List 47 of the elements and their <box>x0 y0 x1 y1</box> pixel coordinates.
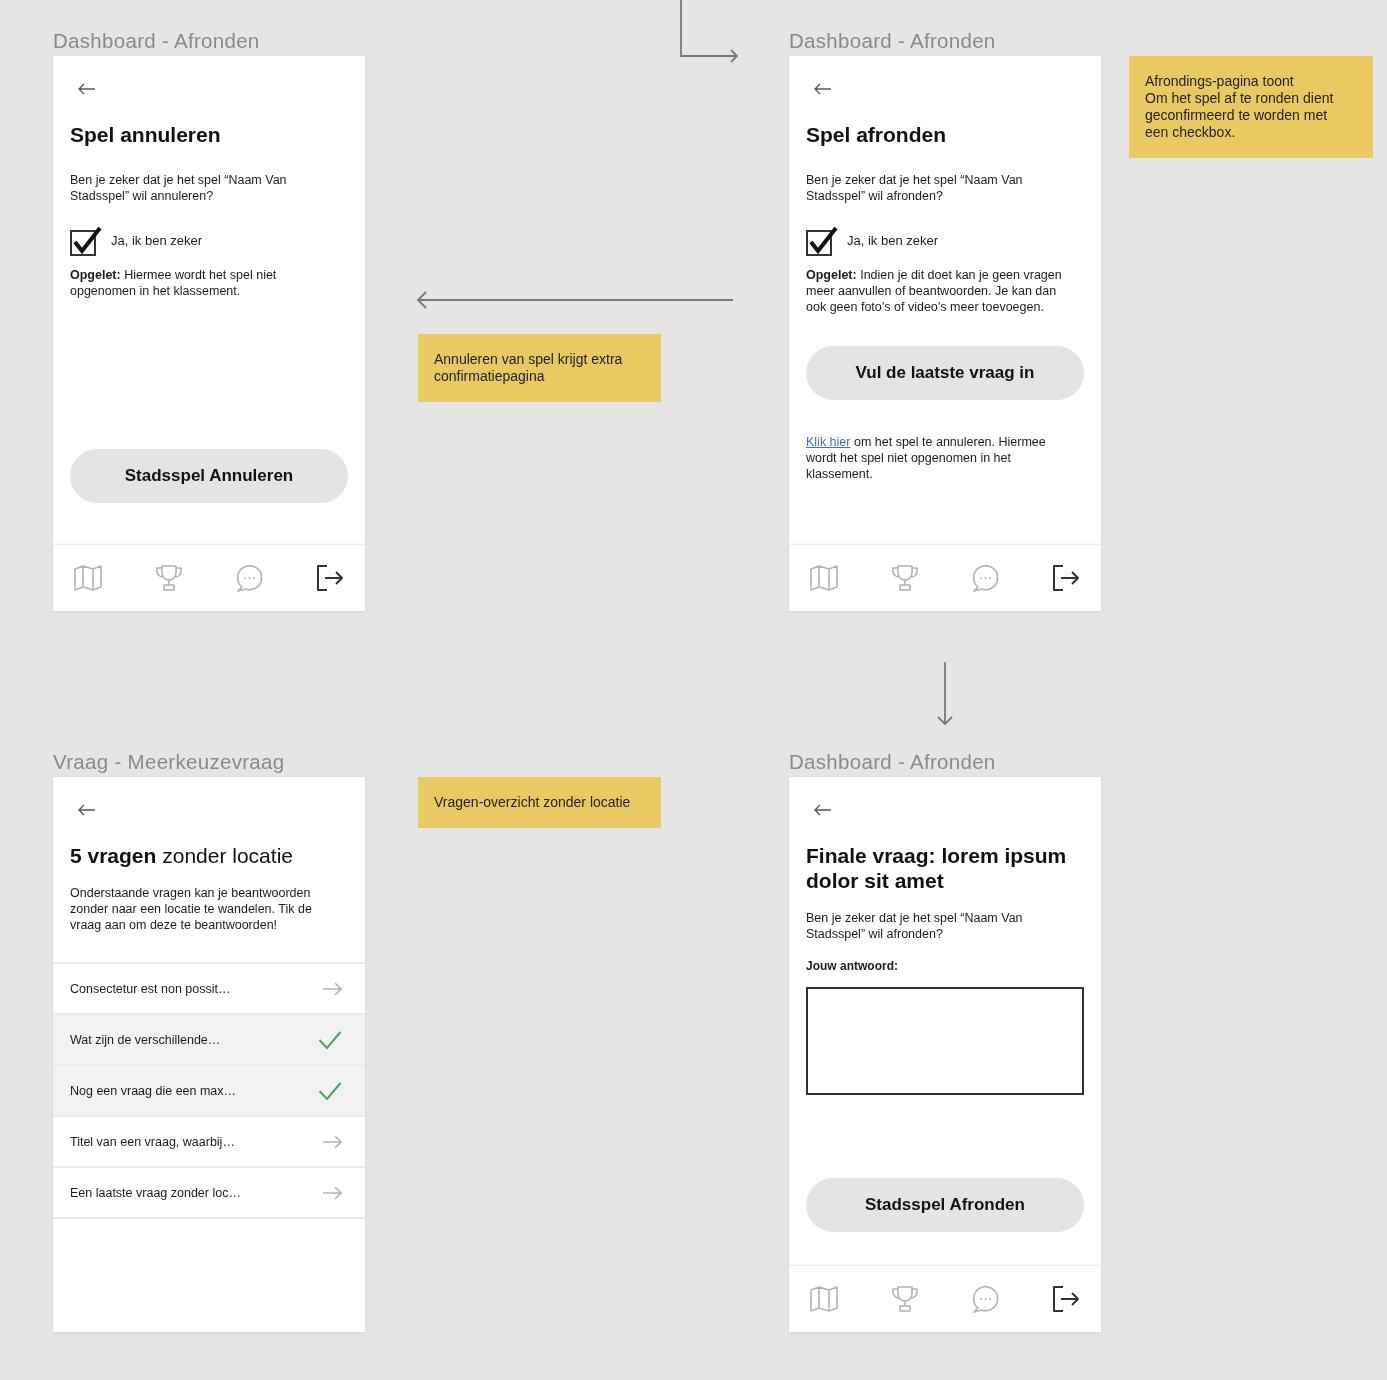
checkbox[interactable] <box>806 226 838 256</box>
question-row[interactable]: Consectetur est non possit… <box>53 964 365 1015</box>
check-icon <box>318 1029 342 1050</box>
primary-button[interactable]: Vul de laatste vraag in <box>806 346 1084 400</box>
primary-button[interactable]: Stadsspel Afronden <box>806 1178 1084 1232</box>
connector-arrow <box>680 0 739 63</box>
frame-label: Dashboard - Afronden <box>789 750 997 774</box>
arrow-right-icon <box>322 981 342 996</box>
answer-box[interactable] <box>806 987 1084 1095</box>
answer-label: Jouw antwoord: <box>806 958 899 974</box>
checkbox-label: Ja, ik ben zeker <box>111 233 203 249</box>
question-row[interactable]: Nog een vraag die een max… <box>53 1066 365 1117</box>
intro-text: Ben je zeker dat je het spel “Naam Van Stadsspel” wil annuleren? <box>70 172 288 204</box>
screen-title: Spel annuleren <box>70 122 222 147</box>
arrow-right-icon <box>322 1134 342 1149</box>
sticky-note: Annuleren van spel krijgt extra confirmatiepagina <box>418 334 661 402</box>
logout-icon[interactable] <box>1051 1285 1080 1313</box>
screen-title: Finale vraag: lorem ipsum dolor sit amet <box>806 843 1068 893</box>
question-row[interactable]: Een laatste vraag zonder loc… <box>53 1168 365 1219</box>
back-arrow-icon[interactable] <box>78 83 96 95</box>
intro-text: Ben je zeker dat je het spel “Naam Van Stadsspel” wil afronden? <box>806 172 1024 204</box>
intro-text: Onderstaande vragen kan je beantwoorden zonder naar een locatie te wandelen. Tik de vraag aan om deze te beantwoorden! <box>70 885 313 933</box>
warning-text: Opgelet: Hiermee wordt het spel niet opgenomen in het klassement. <box>70 267 278 299</box>
warning-text: Opgelet: Indien je dit doet kan je geen vragen meer aanvullen of beantwoorden. Je kan dan ook geen foto’s of video’s meer toevoegen. <box>806 267 1063 315</box>
frame-label: Dashboard - Afronden <box>53 29 261 53</box>
primary-button[interactable]: Stadsspel Annuleren <box>70 449 348 503</box>
back-arrow-icon[interactable] <box>814 804 832 816</box>
arrow-right-icon <box>322 1185 342 1200</box>
logout-icon[interactable] <box>315 564 344 592</box>
question-row[interactable]: Titel van een vraag, waarbij… <box>53 1117 365 1168</box>
logout-icon[interactable] <box>1051 564 1080 592</box>
back-arrow-icon[interactable] <box>78 804 96 816</box>
frame-label: Dashboard - Afronden <box>789 29 997 53</box>
back-arrow-icon[interactable] <box>814 83 832 95</box>
intro-text: Ben je zeker dat je het spel “Naam Van Stadsspel” wil afronden? <box>806 910 1024 942</box>
text-link[interactable]: Klik hier <box>806 435 851 449</box>
screen-title: Spel afronden <box>806 122 948 147</box>
check-icon <box>318 1080 342 1101</box>
question-row[interactable]: Wat zijn de verschillende… <box>53 1015 365 1066</box>
connector-arrow <box>937 661 953 726</box>
checkbox-label: Ja, ik ben zeker <box>847 233 939 249</box>
sticky-note: Afrondings-pagina toont Om het spel af te ronden dient geconfirmeerd te worden met een checkbox. <box>1129 56 1373 158</box>
info-text: Klik hier om het spel te annuleren. Hiermee wordt het spel niet opgenomen in het klassement. <box>806 434 1047 482</box>
frame-label: Vraag - Meerkeuzevraag <box>53 750 286 774</box>
checkbox[interactable] <box>70 226 102 256</box>
sticky-note: Vragen-overzicht zonder locatie <box>418 777 661 828</box>
screen-title: 5 vragen zonder locatie <box>70 843 294 868</box>
